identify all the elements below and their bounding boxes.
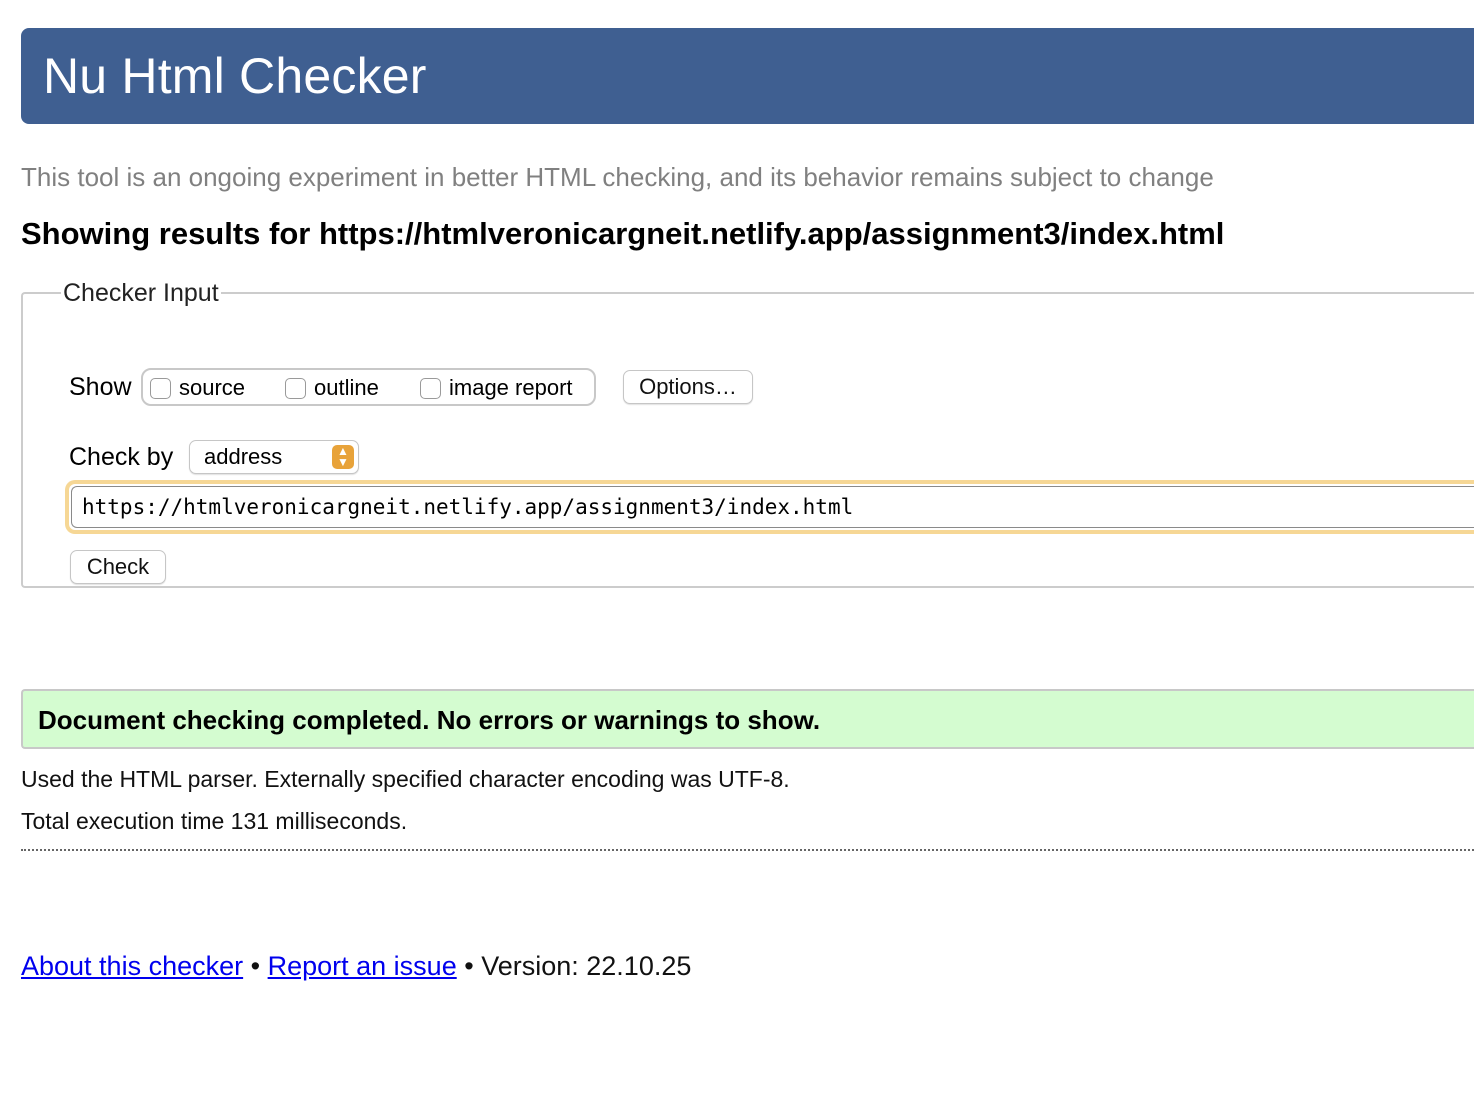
select-stepper-icon: ▲ ▼ xyxy=(332,445,354,469)
check-by-select[interactable]: address ▲ ▼ xyxy=(189,440,359,474)
outline-checkbox[interactable] xyxy=(285,377,306,399)
report-issue-link[interactable]: Report an issue xyxy=(268,951,457,981)
checker-input-legend: Checker Input xyxy=(63,279,219,307)
source-checkbox[interactable] xyxy=(150,377,171,399)
url-input-focus-ring xyxy=(65,480,1474,534)
show-outline-option[interactable]: outline xyxy=(285,374,379,402)
status-success-box: Document checking completed. No errors o… xyxy=(21,689,1474,749)
footer: About this checker • Report an issue • V… xyxy=(21,948,691,984)
show-source-option[interactable]: source xyxy=(150,374,245,402)
version-text: Version: 22.10.25 xyxy=(481,951,692,981)
show-options-group: source outline image report xyxy=(141,368,596,406)
options-button[interactable]: Options… xyxy=(623,370,753,404)
check-button[interactable]: Check xyxy=(70,550,166,584)
parser-info-text: Used the HTML parser. Externally specifi… xyxy=(21,766,790,792)
subtitle-text: This tool is an ongoing experiment in be… xyxy=(21,162,1214,192)
about-checker-link[interactable]: About this checker xyxy=(21,951,243,981)
execution-time-text: Total execution time 131 milliseconds. xyxy=(21,808,408,834)
url-input[interactable] xyxy=(71,486,1474,528)
footer-separator: • xyxy=(250,951,261,981)
status-message: Document checking completed. No errors o… xyxy=(38,705,821,735)
dotted-divider xyxy=(21,849,1474,851)
page-title: Nu Html Checker xyxy=(43,48,427,104)
source-checkbox-label: source xyxy=(179,375,246,400)
footer-separator: • xyxy=(464,951,474,981)
check-by-selected-value: address xyxy=(204,444,283,469)
check-by-label: Check by xyxy=(69,443,174,471)
image-report-checkbox-label: image report xyxy=(449,375,573,400)
show-image-report-option[interactable]: image report xyxy=(420,374,573,402)
page-header: Nu Html Checker xyxy=(21,28,1474,124)
results-heading: Showing results for https://htmlveronica… xyxy=(21,216,1225,251)
image-report-checkbox[interactable] xyxy=(420,377,441,399)
outline-checkbox-label: outline xyxy=(314,375,379,400)
checker-input-fieldset: Checker Input Show source outline image … xyxy=(21,278,1474,588)
show-label: Show xyxy=(69,373,132,401)
